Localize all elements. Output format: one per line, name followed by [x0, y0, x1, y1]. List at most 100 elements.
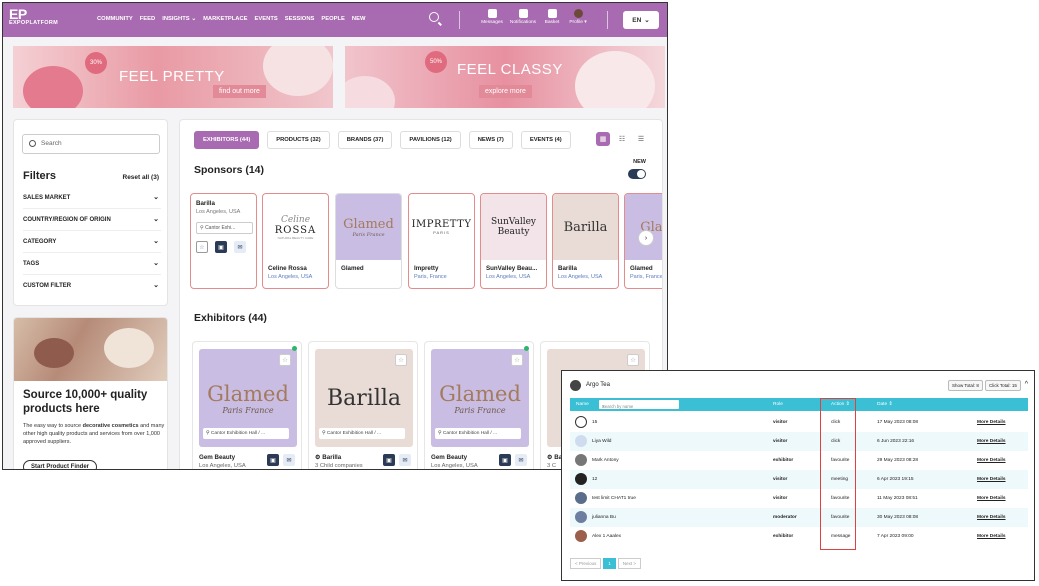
avatar	[575, 454, 587, 466]
carousel-next-button[interactable]: ›	[638, 230, 654, 246]
nav-insights[interactable]: INSIGHTS ⌄	[162, 16, 196, 22]
location-field: ⚲ Cantor Exhibition Hall / ...	[319, 428, 405, 439]
banner-button[interactable]: explore more	[479, 85, 532, 98]
click-total-chip: Click Total: 15	[985, 380, 1021, 391]
profile-button[interactable]: Profile ▾	[563, 9, 593, 25]
chevron-down-icon: ⌄	[644, 17, 650, 24]
exhibitor-card[interactable]: Glamed Paris France ⚲ Cantor Exhibition H…	[424, 341, 534, 469]
filter-sales-market[interactable]: SALES MARKET ⌄	[23, 187, 161, 209]
calendar-icon[interactable]: ▣	[215, 241, 227, 253]
avatar	[575, 530, 587, 542]
avatar	[573, 9, 583, 18]
cosmetics-image	[14, 318, 167, 381]
exhibitor-card[interactable]: Glamed Paris France ⚲ Cantor Exhibition H…	[192, 341, 302, 469]
nav-marketplace[interactable]: MARKETPLACE	[203, 16, 247, 22]
chevron-down-icon: ⌄	[153, 260, 159, 267]
new-toggle[interactable]	[628, 169, 646, 179]
page-button[interactable]: 1	[603, 558, 616, 569]
nav-people[interactable]: PEOPLE	[321, 16, 345, 22]
next-page-button[interactable]: Next >	[617, 558, 642, 569]
avatar	[575, 492, 587, 504]
table-row[interactable]: Alex 1 Aaalex exhibitor message 7 Apr 20…	[570, 527, 1028, 546]
search-input[interactable]: Search	[22, 134, 160, 154]
sponsor-card[interactable]: SunValley Beauty SunValley Beau... Los An…	[480, 193, 547, 289]
banner-button[interactable]: find out more	[213, 85, 266, 98]
tab-brands[interactable]: BRANDS (37)	[337, 131, 393, 149]
search-icon[interactable]	[429, 12, 439, 22]
language-select[interactable]: EN ⌄	[623, 11, 659, 29]
reset-filters-link[interactable]: Reset all (3)	[123, 174, 160, 181]
sponsor-logo: Barilla	[553, 194, 618, 260]
filter-country-region[interactable]: COUNTRY/REGION OF ORIGIN ⌄	[23, 209, 161, 231]
avatar	[575, 473, 587, 485]
exhibitor-card[interactable]: Barilla ⚲ Cantor Exhibition Hall / ... ☆…	[308, 341, 418, 469]
name-search-input[interactable]: Search by name ×	[599, 400, 679, 409]
mail-icon[interactable]: ✉	[515, 454, 527, 466]
filter-tags[interactable]: TAGS ⌄	[23, 253, 161, 275]
prev-page-button[interactable]: < Previous	[570, 558, 602, 569]
sponsor-card[interactable]: IMPRETTY PARIS Impretty Paris, France	[408, 193, 475, 289]
nav-sessions[interactable]: SESSIONS	[285, 16, 315, 22]
promo-banner-pretty[interactable]: 30% FEEL PRETTY find out more	[13, 46, 333, 108]
sponsor-card[interactable]: Celine ROSSA NATURAL BEAUTY CARE Celine Ro…	[262, 193, 329, 289]
sponsor-card[interactable]: Glamed Paris France Glamed	[335, 193, 402, 289]
sponsor-card[interactable]: Barilla Los Angeles, USA ⚲ Cantor Exhi..…	[190, 193, 257, 289]
table-row[interactable]: test limit CHAT1 true visitor favourite …	[570, 489, 1028, 508]
nav-feed[interactable]: FEED	[140, 16, 155, 22]
nav-community[interactable]: COMMUNITY	[97, 16, 133, 22]
star-icon[interactable]: ☆	[627, 354, 639, 366]
tab-pavilions[interactable]: PAVILIONS (12)	[400, 131, 461, 149]
star-icon[interactable]: ☆	[511, 354, 523, 366]
sponsor-logo: Glam	[625, 194, 662, 260]
tab-events[interactable]: EVENTS (4)	[520, 131, 571, 149]
view-switcher: ▦ ☷ ☰	[596, 132, 648, 146]
filter-custom[interactable]: CUSTOM FILTER ⌄	[23, 275, 161, 297]
filter-sidebar: Search Filters Reset all (3) SALES MARKE…	[13, 119, 168, 306]
location-field: ⚲ Cantor Exhibition Hall / ...	[435, 428, 521, 439]
location-field: ⚲ Cantor Exhi...	[196, 222, 253, 234]
chevron-down-icon: ⌄	[153, 194, 159, 201]
online-status-dot	[524, 346, 529, 351]
nav-new[interactable]: NEW	[352, 16, 366, 22]
table-row[interactable]: julianna Bu moderator favourite 30 May 2…	[570, 508, 1028, 527]
calendar-icon[interactable]: ▣	[499, 454, 511, 466]
avatar	[575, 416, 587, 428]
card-list-view-icon[interactable]: ☷	[615, 132, 629, 146]
list-view-icon[interactable]: ☰	[634, 132, 648, 146]
table-row[interactable]: Mark Antony exhibitor favourite 29 May 2…	[570, 451, 1028, 470]
table-row[interactable]: 15 visitor click 17 May 2023 08:08 More …	[570, 413, 1028, 432]
mail-icon[interactable]: ✉	[399, 454, 411, 466]
show-total-chip: Show Total: 8	[948, 380, 983, 391]
filter-category[interactable]: CATEGORY ⌄	[23, 231, 161, 253]
table-row[interactable]: Liya Wild visitor click 6 Jun 2023 22:16…	[570, 432, 1028, 451]
star-icon[interactable]: ☆	[196, 241, 208, 253]
promo-text: The easy way to source decorative cosmet…	[23, 423, 165, 445]
calendar-icon[interactable]: ▣	[383, 454, 395, 466]
tab-news[interactable]: NEWS (7)	[468, 131, 513, 149]
discount-badge: 50%	[425, 51, 447, 73]
promo-banner-classy[interactable]: 50% FEEL CLASSY explore more	[345, 46, 665, 108]
tab-products[interactable]: PRODUCTS (32)	[267, 131, 330, 149]
messages-button[interactable]: Messages	[477, 9, 507, 25]
decor-shape	[104, 328, 154, 368]
chevron-down-icon: ⌄	[153, 282, 159, 289]
brand-logo[interactable]: EP EXPOPLATFORM	[9, 7, 58, 27]
mail-icon[interactable]: ✉	[234, 241, 246, 253]
chevron-down-icon: ⌄	[153, 216, 159, 223]
notifications-button[interactable]: Notifications	[508, 9, 538, 25]
sponsor-card[interactable]: Barilla Barilla Los Angeles, USA	[552, 193, 619, 289]
filters-title: Filters	[23, 170, 57, 182]
nav-events[interactable]: EVENTS	[255, 16, 278, 22]
start-product-finder-button[interactable]: Start Product Finder	[23, 460, 98, 469]
calendar-icon[interactable]: ▣	[267, 454, 279, 466]
star-icon[interactable]: ☆	[395, 354, 407, 366]
mail-icon[interactable]: ✉	[283, 454, 295, 466]
discount-badge: 30%	[85, 52, 107, 74]
grid-view-icon[interactable]: ▦	[596, 132, 610, 146]
star-icon[interactable]: ☆	[279, 354, 291, 366]
close-icon[interactable]: ×	[602, 404, 605, 409]
decor-shape	[23, 66, 83, 108]
table-row[interactable]: 12 visitor meeting 6 Apr 2023 19:15 More…	[570, 470, 1028, 489]
chevron-up-icon[interactable]: ^	[1025, 381, 1028, 388]
tab-exhibitors[interactable]: EXHIBITORS (44)	[194, 131, 260, 149]
